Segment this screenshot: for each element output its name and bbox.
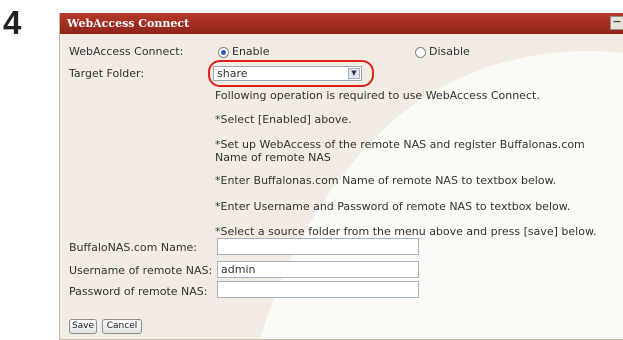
info-line: *Set up WebAccess of the remote NAS and …: [215, 138, 585, 164]
target-folder-label: Target Folder:: [69, 67, 145, 80]
webaccess-connect-label: WebAccess Connect:: [69, 45, 184, 58]
info-line: *Select a source folder from the menu ab…: [215, 225, 597, 238]
target-folder-highlight: [208, 60, 374, 87]
info-line: *Select [Enabled] above.: [215, 113, 352, 126]
password-label: Password of remote NAS:: [69, 285, 208, 298]
buffalonas-name-label: BuffaloNAS.com Name:: [69, 241, 198, 254]
panel-title: WebAccess Connect −: [60, 13, 623, 34]
save-button[interactable]: Save: [69, 319, 97, 334]
webaccess-connect-panel: WebAccess Connect − WebAccess Connect: E…: [59, 13, 623, 340]
panel-title-text: WebAccess Connect: [67, 17, 190, 30]
enable-radio[interactable]: [218, 47, 229, 58]
cancel-button[interactable]: Cancel: [102, 319, 142, 334]
password-input[interactable]: [217, 281, 419, 298]
enable-radio-label: Enable: [232, 45, 270, 58]
info-line: Following operation is required to use W…: [215, 89, 540, 102]
disable-radio[interactable]: [415, 47, 426, 58]
username-input[interactable]: admin: [217, 261, 419, 278]
disable-radio-label: Disable: [429, 45, 470, 58]
info-line: *Enter Username and Password of remote N…: [215, 200, 571, 213]
minus-icon[interactable]: −: [610, 16, 623, 30]
info-line: *Enter Buffalonas.com Name of remote NAS…: [215, 174, 557, 187]
username-label: Username of remote NAS:: [69, 264, 213, 277]
buffalonas-name-input[interactable]: [217, 238, 419, 255]
step-number: 4: [3, 4, 22, 41]
